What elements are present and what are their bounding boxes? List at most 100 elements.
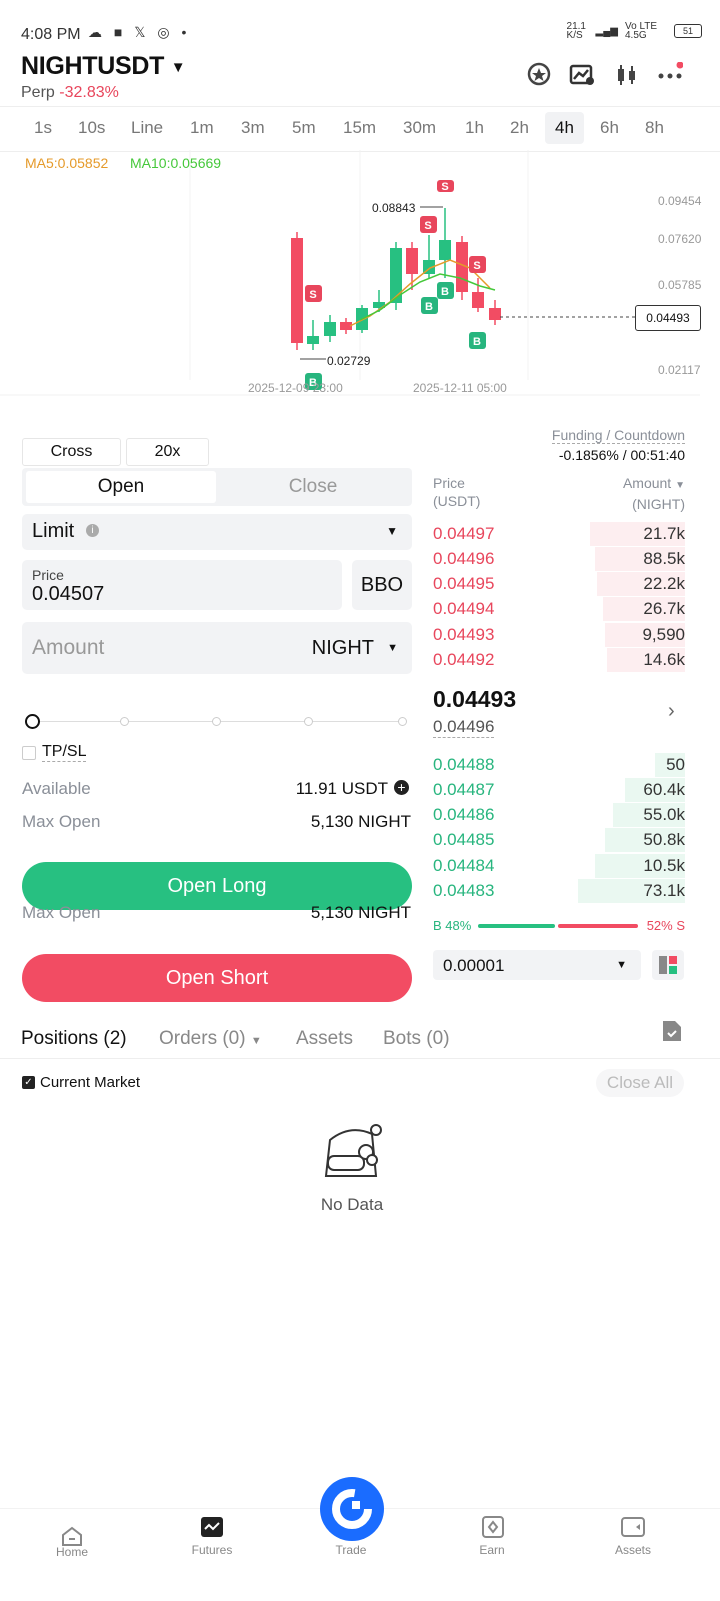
price-axis-label: 0.02117 — [658, 363, 701, 377]
nav-earn[interactable]: Earn — [452, 1543, 532, 1557]
timeframe-5m[interactable]: 5m — [292, 118, 316, 138]
candlestick-icon[interactable] — [614, 62, 640, 88]
caret-down-icon: ▼ — [675, 480, 685, 491]
current-market-checkbox[interactable]: ✓ — [22, 1076, 35, 1089]
ask-row[interactable]: 0.04496 88.5k — [433, 547, 685, 573]
empty-state-icon — [324, 1124, 382, 1177]
tpsl-checkbox[interactable] — [22, 746, 36, 760]
open-short-button[interactable]: Open Short — [22, 954, 412, 1002]
timeframe-8h[interactable]: 8h — [645, 118, 664, 138]
chevron-right-icon[interactable]: › — [668, 700, 675, 723]
bid-row[interactable]: 0.04488 50 — [433, 753, 685, 779]
price-change: -32.83% — [59, 84, 119, 101]
svg-text:S: S — [309, 289, 316, 301]
precision-value: 0.00001 — [443, 956, 505, 975]
margin-mode-button[interactable]: Cross — [22, 438, 121, 466]
bid-row[interactable]: 0.04487 60.4k — [433, 778, 685, 804]
mark-price[interactable]: 0.04496 — [433, 717, 495, 738]
svg-text:B: B — [473, 336, 481, 348]
system-indicators: 21.1 K/S ▂▄▆ Vo LTE 4.5G 51 — [566, 21, 702, 41]
slider-stop[interactable] — [398, 717, 407, 726]
caret-down-icon: ▼ — [170, 58, 186, 76]
slider-stop[interactable] — [120, 717, 129, 726]
close-all-button[interactable]: Close All — [596, 1069, 684, 1097]
brand-logo-icon — [332, 1489, 372, 1529]
bbo-button[interactable]: BBO — [352, 560, 412, 610]
caret-down-icon: ▼ — [386, 524, 398, 538]
chart-high-label: 0.08843 — [372, 201, 416, 215]
timeframe-10s[interactable]: 10s — [78, 118, 105, 138]
futures-icon — [201, 1517, 223, 1537]
price-axis-label: 0.07620 — [658, 232, 702, 246]
timeframe-line[interactable]: Line — [131, 118, 163, 138]
bid-row[interactable]: 0.04483 73.1k — [433, 879, 685, 905]
tab-open[interactable]: Open — [26, 471, 216, 503]
document-icon[interactable] — [661, 1019, 683, 1043]
amount-input[interactable]: Amount NIGHT ▼ — [22, 622, 412, 674]
tab-bots[interactable]: Bots (0) — [383, 1028, 450, 1050]
bid-row[interactable]: 0.04485 50.8k — [433, 828, 685, 854]
price-field-value: 0.04507 — [32, 583, 105, 605]
nav-futures[interactable]: Futures — [172, 1543, 252, 1557]
timeframe-30m[interactable]: 30m — [403, 118, 436, 138]
ask-row[interactable]: 0.04493 9,590 — [433, 623, 685, 649]
pair-subtitle: Perp -32.83% — [21, 84, 119, 102]
svg-text:S: S — [441, 181, 448, 193]
price-header-label: Price — [433, 475, 465, 491]
nav-trade[interactable]: Trade — [311, 1543, 391, 1557]
ask-row[interactable]: 0.04495 22.2k — [433, 572, 685, 598]
orderbook-layout-button[interactable] — [652, 950, 684, 980]
orderbook-amount-header[interactable]: Amount ▼ (NIGHT) — [623, 474, 685, 513]
date-axis-label: 2025-12-09 23:00 — [248, 381, 343, 395]
svg-text:S: S — [424, 220, 431, 232]
timeframe-3m[interactable]: 3m — [241, 118, 265, 138]
more-icon[interactable] — [657, 62, 683, 88]
tab-close[interactable]: Close — [218, 471, 408, 503]
open-close-toggle: Open Close — [22, 468, 412, 506]
current-market-label: Current Market — [40, 1074, 141, 1091]
ask-row[interactable]: 0.04494 26.7k — [433, 597, 685, 623]
trade-button[interactable] — [320, 1477, 384, 1541]
timeframe-6h[interactable]: 6h — [600, 118, 619, 138]
leverage-button[interactable]: 20x — [126, 438, 209, 466]
bid-row[interactable]: 0.04484 10.5k — [433, 854, 685, 880]
rewards-icon[interactable] — [526, 62, 552, 88]
ask-row[interactable]: 0.04497 21.7k — [433, 522, 685, 548]
timeframe-1m[interactable]: 1m — [190, 118, 214, 138]
net-speed: 21.1 K/S — [566, 21, 586, 41]
slider-stop[interactable] — [212, 717, 221, 726]
tab-positions[interactable]: Positions (2) — [21, 1028, 127, 1050]
price-axis-label: 0.05785 — [658, 278, 702, 292]
pair-selector[interactable]: NIGHTUSDT ▼ — [21, 52, 186, 81]
timeframe-1s[interactable]: 1s — [34, 118, 52, 138]
precision-select[interactable]: 0.00001 ▼ — [433, 950, 641, 980]
slider-stop[interactable] — [304, 717, 313, 726]
last-price: 0.04493 — [433, 686, 517, 712]
svg-text:B: B — [425, 301, 433, 313]
order-type-select[interactable]: Limit i ▼ — [22, 514, 412, 550]
add-funds-icon[interactable]: + — [394, 780, 409, 795]
candles — [291, 208, 501, 350]
nav-home[interactable]: Home — [32, 1545, 112, 1559]
ask-row[interactable]: 0.04492 14.6k — [433, 648, 685, 674]
tab-orders-label: Orders (0) — [159, 1028, 246, 1049]
timeframe-15m[interactable]: 15m — [343, 118, 376, 138]
funding-value: -0.1856% / 00:51:40 — [558, 447, 685, 463]
funding-label[interactable]: Funding / Countdown — [551, 427, 685, 444]
tpsl-label[interactable]: TP/SL — [42, 743, 87, 762]
price-input[interactable]: Price 0.04507 — [22, 560, 342, 610]
timeframe-1h[interactable]: 1h — [465, 118, 484, 138]
amount-unit-select[interactable]: NIGHT — [312, 637, 374, 660]
max-open-label: Max Open — [22, 812, 101, 831]
chart-settings-icon[interactable] — [569, 62, 595, 88]
slider-handle[interactable] — [25, 714, 40, 729]
nav-assets[interactable]: Assets — [593, 1543, 673, 1557]
timeframe-2h[interactable]: 2h — [510, 118, 529, 138]
tab-assets[interactable]: Assets — [296, 1028, 353, 1050]
tab-orders[interactable]: Orders (0) ▼ — [159, 1028, 262, 1050]
buy-ratio-bar — [478, 924, 555, 928]
info-icon[interactable]: i — [86, 524, 99, 537]
timeframe-4h[interactable]: 4h — [545, 112, 584, 144]
bid-row[interactable]: 0.04486 55.0k — [433, 803, 685, 829]
assets-icon — [621, 1517, 645, 1537]
